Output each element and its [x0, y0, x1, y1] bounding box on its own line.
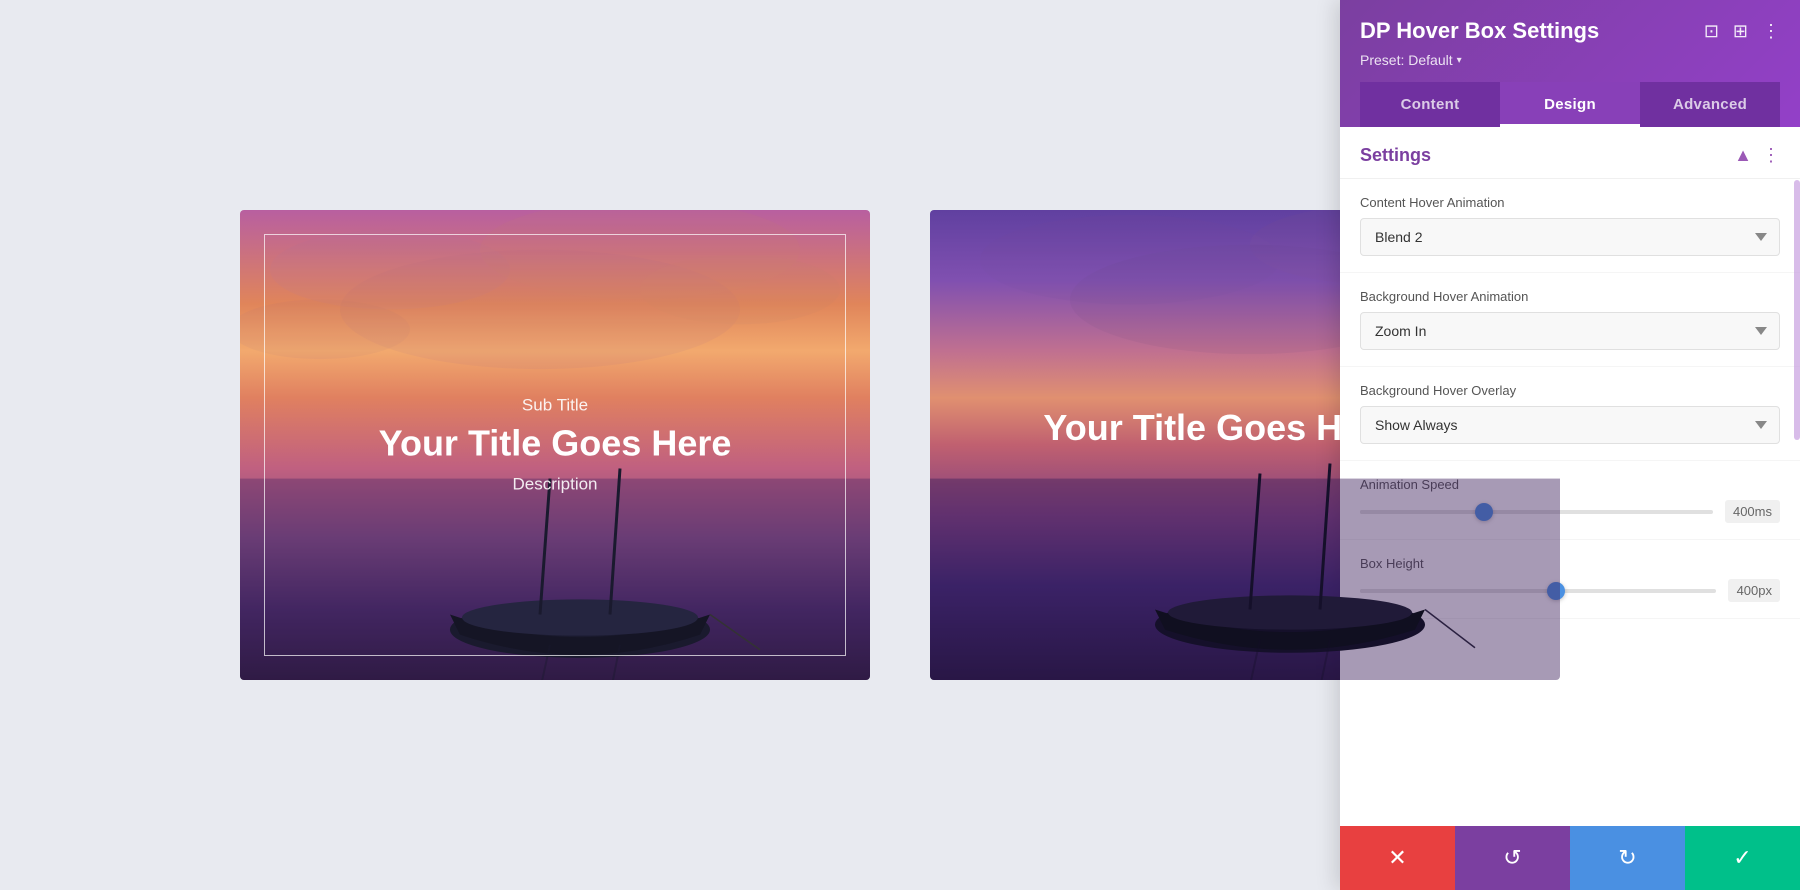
- preset-arrow: ▾: [1457, 55, 1462, 66]
- undo-icon: ↺: [1503, 845, 1521, 871]
- panel-title-row: DP Hover Box Settings ⊡ ⊞ ⋮: [1360, 18, 1780, 44]
- more-icon[interactable]: ⋮: [1762, 21, 1780, 42]
- tab-content[interactable]: Content: [1360, 82, 1500, 127]
- hover-box-1-title: Your Title Goes Here: [303, 421, 807, 464]
- background-hover-animation-group: Background Hover Animation Zoom In None …: [1340, 273, 1800, 367]
- section-header: Settings ▲ ⋮: [1340, 127, 1800, 179]
- scroll-indicator[interactable]: [1794, 180, 1800, 440]
- save-icon: ✓: [1733, 845, 1751, 871]
- background-hover-animation-label: Background Hover Animation: [1360, 289, 1780, 304]
- columns-icon[interactable]: ⊞: [1733, 21, 1748, 42]
- panel-header: DP Hover Box Settings ⊡ ⊞ ⋮ Preset: Defa…: [1340, 0, 1800, 127]
- background-hover-overlay-label: Background Hover Overlay: [1360, 383, 1780, 398]
- redo-icon: ↻: [1618, 845, 1636, 871]
- section-title: Settings: [1360, 145, 1431, 166]
- hover-box-1-description: Description: [303, 475, 807, 495]
- tab-advanced[interactable]: Advanced: [1640, 82, 1780, 127]
- hover-box-2-content: Your Title Goes H: [1043, 407, 1342, 449]
- cancel-button[interactable]: ✕: [1340, 826, 1455, 890]
- section-more-icon[interactable]: ⋮: [1762, 145, 1780, 166]
- animation-speed-value: 400ms: [1725, 500, 1780, 523]
- content-hover-animation-group: Content Hover Animation Blend 2 None Ble…: [1340, 179, 1800, 273]
- hover-box-1-subtitle: Sub Title: [303, 395, 807, 415]
- background-hover-animation-select[interactable]: Zoom In None Zoom Out Slide Pan: [1360, 312, 1780, 350]
- hover-box-2-title: Your Title Goes H: [1043, 407, 1342, 449]
- undo-button[interactable]: ↺: [1455, 826, 1570, 890]
- action-bar: ✕ ↺ ↻ ✓: [1340, 826, 1800, 890]
- hover-box-1-content: Sub Title Your Title Goes Here Descripti…: [303, 395, 807, 494]
- collapse-icon[interactable]: ▲: [1734, 145, 1752, 166]
- hover-box-1[interactable]: Sub Title Your Title Goes Here Descripti…: [240, 210, 870, 680]
- expand-icon[interactable]: ⊡: [1704, 21, 1719, 42]
- redo-button[interactable]: ↻: [1570, 826, 1685, 890]
- panel-title: DP Hover Box Settings: [1360, 18, 1599, 44]
- content-hover-animation-select[interactable]: Blend 2 None Blend 1 Blend 3 Slide Up Sl…: [1360, 218, 1780, 256]
- content-hover-animation-label: Content Hover Animation: [1360, 195, 1780, 210]
- panel-preset[interactable]: Preset: Default ▾: [1360, 52, 1780, 68]
- save-button[interactable]: ✓: [1685, 826, 1800, 890]
- box-height-value: 400px: [1728, 579, 1780, 602]
- panel-tabs: Content Design Advanced: [1360, 82, 1780, 127]
- tab-design[interactable]: Design: [1500, 82, 1640, 127]
- section-header-icons: ▲ ⋮: [1734, 145, 1780, 166]
- preset-label: Preset: Default: [1360, 52, 1453, 68]
- cancel-icon: ✕: [1388, 845, 1406, 871]
- panel-title-icons: ⊡ ⊞ ⋮: [1704, 21, 1780, 42]
